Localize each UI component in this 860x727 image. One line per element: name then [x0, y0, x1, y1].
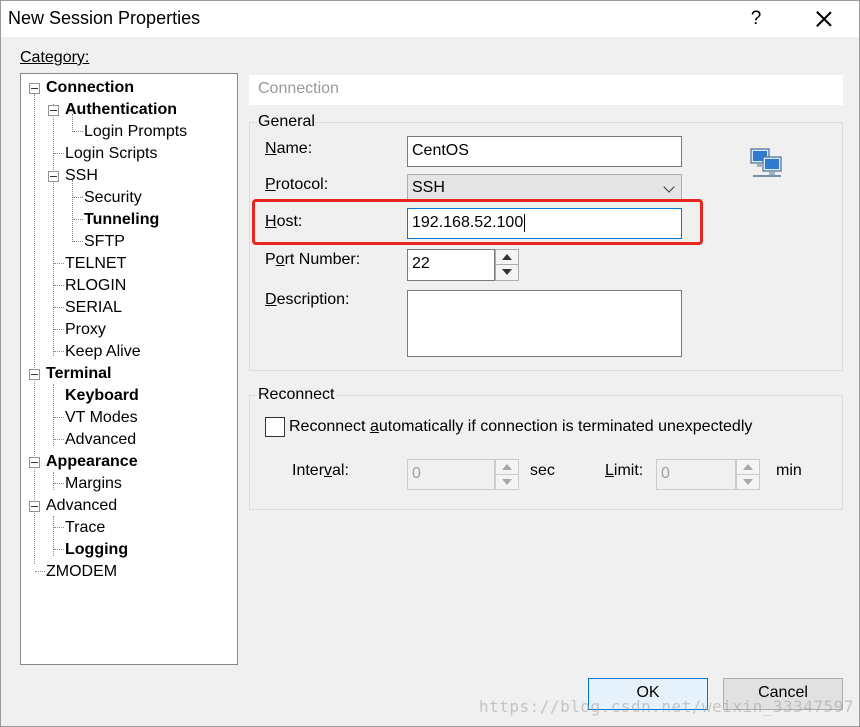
- tree-item-connection[interactable]: Connection: [46, 77, 134, 99]
- interval-input[interactable]: 0: [407, 459, 495, 490]
- tree-line: [35, 571, 45, 572]
- tree-item-sftp[interactable]: SFTP: [84, 231, 125, 253]
- tree-line: [54, 417, 64, 418]
- tree-item-ssh[interactable]: SSH: [65, 165, 98, 187]
- tree-line: [54, 153, 64, 154]
- interval-spinner[interactable]: [495, 459, 519, 490]
- tree-line: [34, 94, 35, 564]
- tree-item-vt-modes[interactable]: VT Modes: [65, 407, 138, 429]
- tree-item-serial[interactable]: SERIAL: [65, 297, 122, 319]
- tree-item-trace[interactable]: Trace: [65, 517, 105, 539]
- tree-item-appearance[interactable]: Appearance: [46, 451, 138, 473]
- tree-expander-terminal[interactable]: [29, 369, 40, 380]
- interval-spin-down[interactable]: [496, 475, 518, 489]
- dialog-window: New Session Properties ? Category: Conne…: [0, 0, 860, 727]
- host-highlight-box: [252, 199, 703, 245]
- tree-line: [73, 241, 83, 242]
- name-input[interactable]: CentOS: [407, 136, 682, 167]
- tree-line: [54, 263, 64, 264]
- tree-item-advanced[interactable]: Advanced: [46, 495, 117, 517]
- tree-line: [54, 483, 64, 484]
- arrow-down-icon: [502, 269, 512, 275]
- port-spin-up[interactable]: [496, 250, 518, 265]
- tree-line: [73, 197, 83, 198]
- help-button[interactable]: ?: [741, 5, 771, 33]
- tree-line: [53, 516, 54, 556]
- arrow-down-icon: [502, 479, 512, 485]
- arrow-up-icon: [743, 464, 753, 470]
- tree-line: [54, 527, 64, 528]
- interval-unit: sec: [530, 462, 555, 479]
- chevron-down-icon: [663, 181, 675, 193]
- tree-line: [53, 384, 54, 446]
- tree-item-terminal-advanced[interactable]: Advanced: [65, 429, 136, 451]
- tree-item-proxy[interactable]: Proxy: [65, 319, 106, 341]
- general-group-label: General: [257, 113, 316, 131]
- tree-item-login-scripts[interactable]: Login Scripts: [65, 143, 158, 165]
- tree-expander-advanced[interactable]: [29, 501, 40, 512]
- tree-line: [72, 180, 73, 242]
- limit-spin-down[interactable]: [737, 475, 759, 489]
- tree-line: [53, 472, 54, 490]
- tree-line: [54, 549, 64, 550]
- tree-line: [54, 351, 64, 352]
- description-label: Description:: [265, 291, 350, 308]
- tree-item-security[interactable]: Security: [84, 187, 142, 209]
- reconnect-checkbox[interactable]: [265, 417, 285, 437]
- tree-item-keyboard[interactable]: Keyboard: [65, 385, 139, 407]
- tree-line: [54, 285, 64, 286]
- tree-item-logging[interactable]: Logging: [65, 539, 128, 561]
- tree-item-telnet[interactable]: TELNET: [65, 253, 126, 275]
- tree-line: [54, 307, 64, 308]
- tree-expander-authentication[interactable]: [48, 105, 59, 116]
- tree-line: [73, 131, 83, 132]
- limit-label: Limit:: [605, 462, 644, 479]
- limit-spinner[interactable]: [736, 459, 760, 490]
- tree-item-terminal[interactable]: Terminal: [46, 363, 112, 385]
- arrow-down-icon: [743, 479, 753, 485]
- tree-item-tunneling[interactable]: Tunneling: [84, 209, 159, 231]
- tree-expander-connection[interactable]: [29, 83, 40, 94]
- title-bar: New Session Properties ?: [1, 1, 859, 37]
- close-button[interactable]: [809, 5, 839, 33]
- tree-item-rlogin[interactable]: RLOGIN: [65, 275, 126, 297]
- tree-line: [53, 104, 54, 356]
- port-label: Port Number:: [265, 251, 361, 268]
- tree-item-margins[interactable]: Margins: [65, 473, 122, 495]
- port-spin-down[interactable]: [496, 265, 518, 280]
- reconnect-checkbox-label[interactable]: Reconnect automatically if connection is…: [289, 418, 752, 436]
- protocol-select[interactable]: SSH: [407, 174, 682, 202]
- tree-item-authentication[interactable]: Authentication: [65, 99, 177, 121]
- category-tree[interactable]: Connection Authentication Login Prompts …: [20, 73, 238, 665]
- network-computers-icon: [750, 148, 782, 177]
- section-header: Connection: [249, 75, 843, 105]
- section-title: Connection: [258, 80, 339, 97]
- reconnect-group: [249, 395, 843, 510]
- reconnect-group-label: Reconnect: [257, 386, 336, 404]
- port-spinner[interactable]: [495, 249, 519, 281]
- tree-item-zmodem[interactable]: ZMODEM: [46, 561, 117, 583]
- tree-expander-ssh[interactable]: [48, 171, 59, 182]
- window-title: New Session Properties: [8, 8, 201, 28]
- interval-spin-up[interactable]: [496, 460, 518, 475]
- limit-unit: min: [776, 462, 802, 479]
- category-label: Category:: [20, 49, 90, 66]
- arrow-up-icon: [502, 254, 512, 260]
- name-label: Name:: [265, 140, 313, 157]
- tree-line: [54, 439, 64, 440]
- arrow-up-icon: [502, 464, 512, 470]
- tree-expander-appearance[interactable]: [29, 457, 40, 468]
- description-textarea[interactable]: [407, 290, 682, 357]
- interval-label: Interval:: [292, 462, 349, 479]
- watermark: https://blog.csdn.net/weixin_33347597: [479, 697, 854, 716]
- tree-line: [54, 329, 64, 330]
- tree-line: [73, 219, 83, 220]
- limit-input[interactable]: 0: [656, 459, 736, 490]
- tree-item-keep-alive[interactable]: Keep Alive: [65, 341, 141, 363]
- protocol-label: Protocol:: [265, 176, 329, 193]
- port-input[interactable]: 22: [407, 249, 495, 281]
- limit-spin-up[interactable]: [737, 460, 759, 475]
- tree-item-login-prompts[interactable]: Login Prompts: [84, 121, 187, 143]
